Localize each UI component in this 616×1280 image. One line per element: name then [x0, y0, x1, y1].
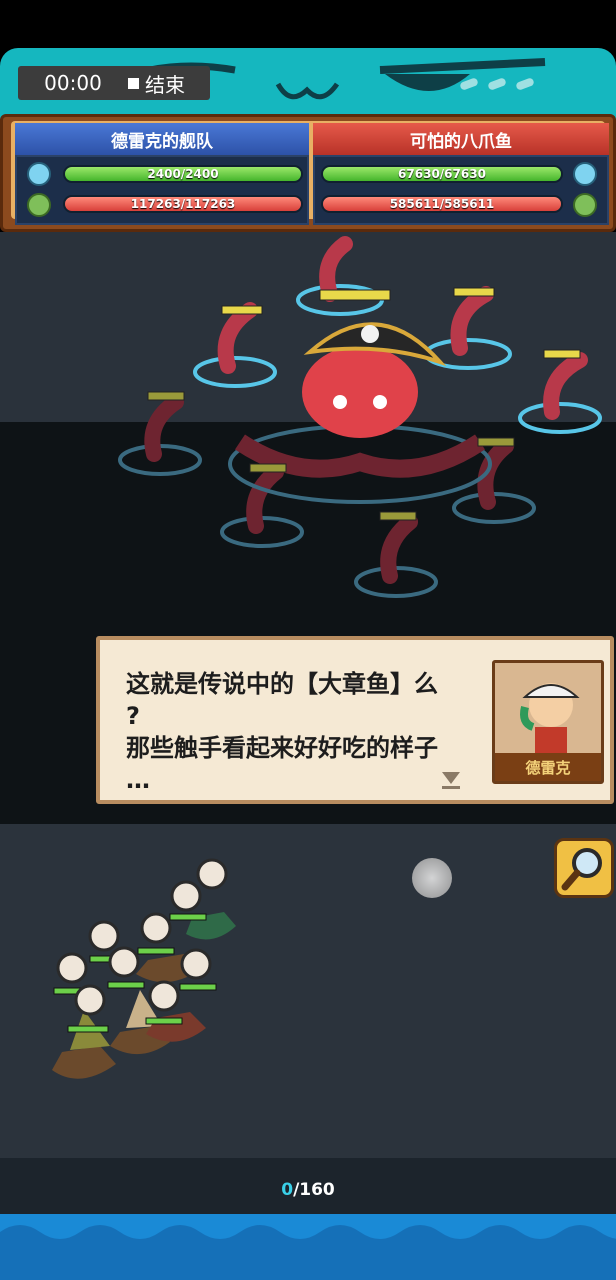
magnifier-icon [561, 848, 602, 891]
player-team-stats: 2400/2400 117263/117263 [15, 155, 309, 225]
stop-recording-button[interactable]: 结束 [128, 69, 185, 98]
pirate-icon [573, 162, 597, 186]
stop-label: 结束 [145, 72, 185, 97]
progress-total: /160 [293, 1180, 335, 1200]
stop-icon [128, 77, 139, 89]
enemy-hp-bar: 67630/67630 [321, 165, 563, 183]
player-hp-bar: 2400/2400 [63, 165, 303, 183]
octopus-boss-scene[interactable] [0, 232, 616, 632]
captain-avatar [520, 683, 580, 757]
story-dialog[interactable]: 这就是传说中的【大章鱼】么 ? 那些触手看起来好好吃的样子 … 德雷克 [96, 636, 614, 804]
next-arrow-icon[interactable] [440, 768, 462, 790]
anchor-icon [573, 193, 597, 217]
enemy-team-name: 可怕的八爪鱼 [313, 123, 609, 155]
progress-current: 0 [281, 1180, 294, 1200]
ship [52, 1010, 116, 1079]
enemy-power-bar: 585611/585611 [321, 195, 563, 213]
player-team-name: 德雷克的舰队 [15, 123, 309, 155]
speaker-portrait: 德雷克 [492, 660, 604, 784]
speaker-name: 德雷克 [495, 753, 601, 781]
recording-timer: 00:00 [44, 71, 102, 95]
status-bar [0, 0, 616, 48]
battle-status-panel: 德雷克的舰队 可怕的八爪鱼 2400/2400 117263/117263 67… [0, 114, 616, 232]
touch-indicator [412, 858, 452, 898]
player-fleet[interactable] [40, 850, 240, 1110]
enemy-team-stats: 67630/67630 585611/585611 [313, 155, 609, 225]
player-power-bar: 117263/117263 [63, 195, 303, 213]
wave-border [0, 1214, 616, 1280]
dialog-text: 这就是传说中的【大章鱼】么 ? 那些触手看起来好好吃的样子 … [126, 670, 438, 794]
pirate-icon [27, 162, 51, 186]
magnifier-button[interactable] [554, 838, 614, 898]
screen-recorder-overlay: 00:00 结束 [18, 66, 210, 100]
wave-progress-counter: 0/160 [0, 1180, 616, 1200]
anchor-icon [27, 193, 51, 217]
